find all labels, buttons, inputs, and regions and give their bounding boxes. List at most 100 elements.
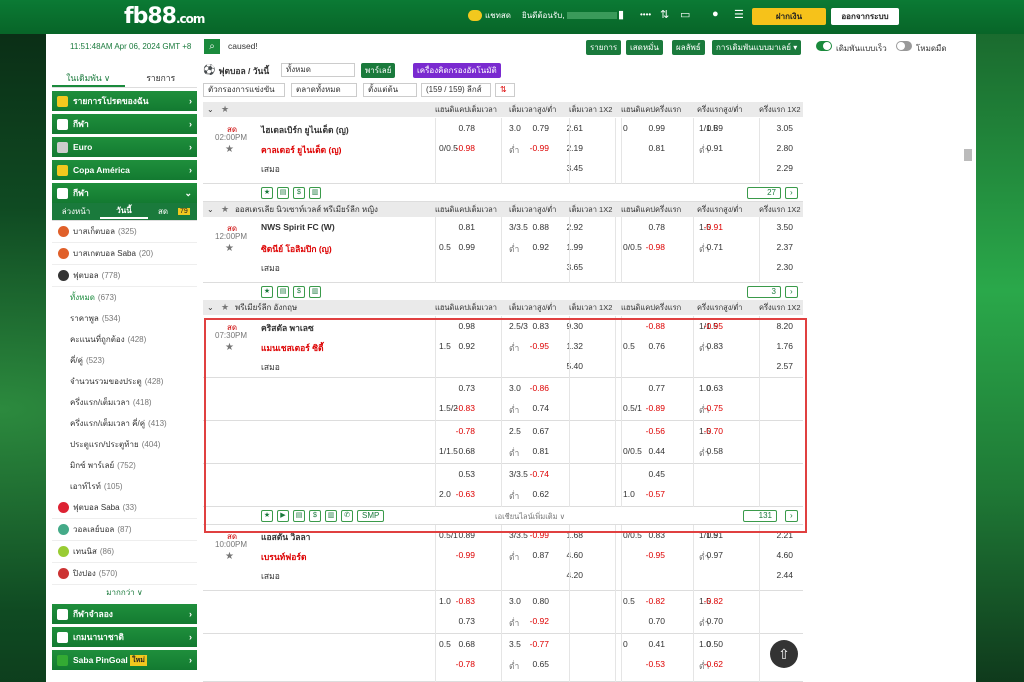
sidebar-saba-pingoal[interactable]: Saba PinGoal ใหม่ › <box>52 650 197 670</box>
wallet-icon[interactable]: ▮ <box>618 8 624 21</box>
odds-value[interactable]: 0.68 <box>445 639 475 649</box>
scroll-top-button[interactable]: ⇧ <box>770 640 798 668</box>
result-button[interactable]: เสดหมั่น <box>626 40 663 55</box>
stats-icon[interactable]: ▥ <box>309 286 321 298</box>
league-count-button[interactable]: (159 / 159) ลีกส์ <box>421 83 491 97</box>
user-icon[interactable]: ● <box>712 8 719 20</box>
odds-value[interactable]: 0.50 <box>693 639 723 649</box>
sidebar-international[interactable]: เกมนานาชาติ › <box>52 627 197 647</box>
sidebar-virtual[interactable]: กีฬาจำลอง › <box>52 604 197 624</box>
search-icon[interactable]: ⌕ <box>204 39 220 54</box>
chat-button[interactable]: แชทสด <box>468 9 511 22</box>
sidebar-sport-item[interactable]: เทนนิส (86) <box>52 541 197 563</box>
market-filter-dropdown[interactable]: ตลาดทั้งหมด <box>291 83 357 97</box>
league-header[interactable]: ⌄ ★ ออสเตรเลีย นิวเซาท์เวลส์ พรีเมียร์ลีก … <box>203 202 803 217</box>
tab-my-bets[interactable]: ในเดิมพัน ∨ <box>52 68 125 87</box>
sidebar-sport-item[interactable]: ปิงปอง (570) <box>52 563 197 585</box>
sort-dropdown[interactable]: ตั้งแต่ต้น <box>363 83 417 97</box>
menu-list-icon[interactable]: ☰ <box>734 8 744 21</box>
match-filter-dropdown[interactable]: ตัวกรองการแข่งขัน <box>203 83 285 97</box>
collapse-icon[interactable]: ⌄ <box>207 205 214 214</box>
deposit-button[interactable]: ฝากเงิน <box>752 8 826 25</box>
subtab-early[interactable]: ล่วงหน้า <box>52 205 100 218</box>
odds-value[interactable]: 0.73 <box>445 616 475 626</box>
favorite-icon[interactable]: ★ <box>261 286 273 298</box>
more-button[interactable]: มากกว่า ∨ <box>52 585 197 601</box>
scoreboard-icon[interactable]: ▤ <box>277 286 289 298</box>
sidebar-sport-item[interactable]: บาสเกตบอล Saba (20) <box>52 243 197 265</box>
odds-value[interactable]: -0.82 <box>635 596 665 606</box>
football-submenu-item[interactable]: คี่/คู่ (523) <box>52 350 197 371</box>
football-submenu-item[interactable]: จำนวนรวมของประตู (428) <box>52 371 197 392</box>
football-submenu-item[interactable]: คะแนนที่ถูกต้อง (428) <box>52 329 197 350</box>
sidebar-sport-item[interactable]: ฟุตบอล Saba (33) <box>52 497 197 519</box>
odds-value[interactable]: -0.82 <box>693 596 723 606</box>
list-button[interactable]: รายการ <box>586 40 622 55</box>
market-count[interactable]: 3 <box>747 286 781 298</box>
favorite-star-icon[interactable]: ★ <box>225 243 234 254</box>
logout-button[interactable]: ออกจากระบบ <box>831 8 899 25</box>
favorite-star-icon[interactable]: ★ <box>225 551 234 562</box>
search-input[interactable]: caused! <box>228 41 258 51</box>
sort-icon[interactable]: ⇅ <box>495 83 515 97</box>
parlay-button[interactable]: พาร์เลย์ <box>361 63 396 78</box>
odds-value[interactable]: -0.53 <box>635 659 665 669</box>
cashout-icon[interactable]: $ <box>293 286 305 298</box>
quick-bet-toggle[interactable] <box>816 41 832 51</box>
away-team[interactable]: ซิดนีย์ โอลิมปิก (ญ) <box>261 242 332 256</box>
odds-value[interactable]: -0.92 <box>519 616 549 626</box>
sidebar-favorites[interactable]: รายการโปรดของฉัน › <box>52 91 197 111</box>
football-submenu-item[interactable]: ทั้งหมด (673) <box>52 287 197 308</box>
sidebar-euro[interactable]: Euro › <box>52 137 197 157</box>
tab-list[interactable]: รายการ <box>125 68 198 87</box>
favorite-icon[interactable]: ★ <box>261 187 273 199</box>
subtab-live[interactable]: สด <box>148 205 178 218</box>
logo[interactable]: fb88.com <box>124 4 205 29</box>
sidebar-sports[interactable]: กีฬา › <box>52 114 197 134</box>
next-arrow-button[interactable]: › <box>785 187 798 199</box>
sport-filter-dropdown[interactable]: ทั้งหมด <box>281 63 355 77</box>
collapse-icon[interactable]: ⌄ <box>207 303 214 312</box>
collapse-icon[interactable]: ⌄ <box>207 105 214 114</box>
odds-value[interactable]: 0.70 <box>635 616 665 626</box>
calc-button[interactable]: เครื่องคิดกรองอัตโนมัติ <box>413 63 501 78</box>
football-submenu-item[interactable]: มิกซ์ พาร์เลย์ (752) <box>52 455 197 476</box>
sidebar-copa[interactable]: Copa América › <box>52 160 197 180</box>
transfer-icon[interactable]: ⇅ <box>660 8 669 21</box>
odds-value[interactable]: -0.77 <box>519 639 549 649</box>
sidebar-sport-item[interactable]: วอลเลย์บอล (87) <box>52 519 197 541</box>
odds-value[interactable]: -0.78 <box>445 659 475 669</box>
football-submenu-item[interactable]: เอาท์ไรท์ (105) <box>52 476 197 497</box>
away-team[interactable]: เบรนท์ฟอร์ด <box>261 550 307 564</box>
football-submenu-item[interactable]: ประตูแรก/ประตูท้าย (404) <box>52 434 197 455</box>
sidebar-sport-item[interactable]: ฟุตบอล (778) <box>52 265 197 287</box>
stats-button[interactable]: ผลลัพธ์ <box>672 40 705 55</box>
league-header[interactable]: ⌄ ★ พรีเมียร์ลีก อังกฤษ แฮนดิแคปเต็มเวลา เต็… <box>203 300 803 315</box>
odds-value[interactable]: 0.65 <box>519 659 549 669</box>
market-count[interactable]: 27 <box>747 187 781 199</box>
cashout-icon[interactable]: $ <box>293 187 305 199</box>
odds-value[interactable]: 0.70 <box>693 616 723 626</box>
star-icon[interactable]: ★ <box>221 104 229 115</box>
home-team[interactable]: NWS Spirit FC (W) <box>261 222 335 232</box>
sidebar-sports-open[interactable]: กีฬา ⌄ <box>52 183 197 203</box>
sidebar-sport-item[interactable]: บาสเก็ตบอล (325) <box>52 221 197 243</box>
favorite-star-icon[interactable]: ★ <box>225 144 234 155</box>
football-submenu-item[interactable]: ครึ่งแรก/เต็มเวลา (418) <box>52 392 197 413</box>
dark-mode-toggle[interactable] <box>896 41 912 51</box>
subtab-today[interactable]: วันนี้ <box>100 204 148 219</box>
odds-value[interactable]: 0.41 <box>635 639 665 649</box>
star-icon[interactable]: ★ <box>221 204 229 215</box>
stats-icon[interactable]: ▥ <box>309 187 321 199</box>
scrollbar[interactable] <box>964 149 972 161</box>
star-icon[interactable]: ★ <box>221 302 229 313</box>
odds-value[interactable]: -0.83 <box>445 596 475 606</box>
scoreboard-icon[interactable]: ▤ <box>277 187 289 199</box>
league-header[interactable]: ⌄ ★ แฮนดิแคปเต็มเวลา เต็มเวลาสูง/ต่ำ เต็มเวล… <box>203 102 803 117</box>
odds-value[interactable]: 0.80 <box>519 596 549 606</box>
next-arrow-button[interactable]: › <box>785 286 798 298</box>
odds-settings-button[interactable]: การเดิมพันแบบมาเลย์ ▾ <box>712 40 802 55</box>
away-team[interactable]: คาลเดอร์ ยูไนเต็ด (ญ) <box>261 143 341 157</box>
odds-value[interactable]: -0.62 <box>693 659 723 669</box>
promo-icon[interactable]: ▭ <box>680 8 690 21</box>
